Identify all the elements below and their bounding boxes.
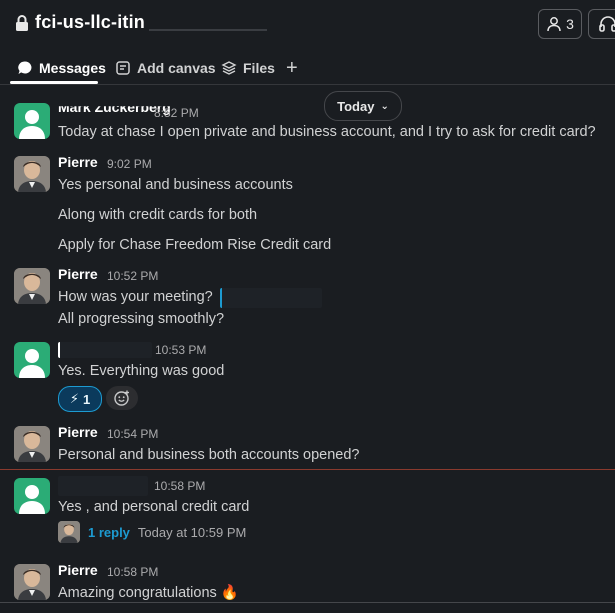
- thread-participant-avatar: [58, 521, 80, 543]
- avatar[interactable]: [14, 268, 50, 304]
- channel-header: fci-us-llc-itin 3: [0, 0, 615, 50]
- sender-name[interactable]: Pierre: [58, 266, 98, 282]
- reaction-count: 1: [82, 391, 91, 407]
- timestamp[interactable]: 9:02 PM: [107, 157, 152, 171]
- user-photo-icon: [14, 156, 50, 192]
- avatar[interactable]: [14, 342, 50, 378]
- message-text: Personal and business both accounts open…: [58, 447, 360, 463]
- active-tab-indicator: [10, 81, 98, 84]
- tab-add-canvas[interactable]: Add canvas: [115, 54, 216, 82]
- tab-files[interactable]: Files: [221, 54, 275, 82]
- message-text: Yes personal and business accounts: [58, 177, 293, 193]
- redacted-mention: [220, 288, 322, 308]
- canvas-icon: [116, 61, 130, 75]
- avatar[interactable]: [14, 156, 50, 192]
- timestamp[interactable]: 10:58 PM: [154, 479, 205, 493]
- timestamp[interactable]: 10:54 PM: [107, 427, 158, 441]
- thread-summary[interactable]: 1 reply Today at 10:59 PM: [58, 521, 246, 543]
- message-text: Yes , and personal credit card: [58, 499, 250, 515]
- avatar[interactable]: [14, 426, 50, 462]
- message-text: Apply for Chase Freedom Rise Credit card: [58, 237, 332, 253]
- message-composer[interactable]: [0, 602, 615, 613]
- thread-reply-count[interactable]: 1 reply: [88, 525, 130, 540]
- channel-tabs: Messages Add canvas Files +: [0, 54, 615, 85]
- redacted-text: [149, 14, 267, 31]
- channel-title-button[interactable]: fci-us-llc-itin: [15, 12, 267, 33]
- user-photo-icon: [14, 268, 50, 304]
- huddle-button[interactable]: [588, 9, 615, 39]
- message-text: Along with credit cards for both: [58, 207, 258, 223]
- chevron-down-icon: ⌄: [380, 100, 389, 112]
- message-list[interactable]: Mark Zuckerberg 8:52 PM Today at chase I…: [0, 86, 615, 612]
- person-icon: [547, 17, 561, 32]
- default-avatar-icon: [19, 110, 45, 139]
- reaction-pill[interactable]: ⚡ 1: [58, 386, 102, 412]
- tab-label: Add canvas: [137, 60, 216, 76]
- thread-last-reply: Today at 10:59 PM: [137, 524, 247, 540]
- lightning-icon: ⚡: [69, 391, 79, 406]
- message-text: Amazing congratulations 🔥: [58, 585, 239, 601]
- add-tab-button[interactable]: +: [286, 54, 298, 82]
- timestamp[interactable]: 10:53 PM: [155, 343, 206, 357]
- message-bubble-icon: [18, 61, 32, 74]
- default-avatar-icon: [19, 349, 45, 378]
- user-photo-icon: [14, 564, 50, 600]
- member-count: 3: [566, 16, 574, 32]
- headphones-icon: [599, 16, 615, 32]
- avatar[interactable]: [14, 478, 50, 514]
- message-text: Today at chase I open private and busine…: [58, 124, 596, 140]
- add-reaction-button[interactable]: [106, 386, 138, 410]
- lock-icon: [16, 14, 28, 31]
- emoji-add-icon: [114, 390, 129, 406]
- tab-label: Files: [243, 60, 275, 76]
- channel-name: fci-us-llc-itin: [35, 12, 145, 32]
- timestamp[interactable]: 8:52 PM: [154, 106, 199, 120]
- timestamp[interactable]: 10:58 PM: [107, 565, 158, 579]
- sender-name[interactable]: Pierre: [58, 424, 98, 440]
- redacted-sender-name: [58, 342, 152, 358]
- avatar[interactable]: [14, 564, 50, 600]
- new-messages-divider: [0, 469, 615, 470]
- sender-name[interactable]: Pierre: [58, 562, 98, 578]
- date-label: Today: [337, 98, 375, 114]
- message-text: All progressing smoothly?: [58, 311, 225, 327]
- sender-name[interactable]: Pierre: [58, 154, 98, 170]
- message-text: How was your meeting?: [58, 289, 213, 305]
- user-photo-icon: [14, 426, 50, 462]
- timestamp[interactable]: 10:52 PM: [107, 269, 158, 283]
- date-divider-button[interactable]: Today ⌄: [324, 91, 402, 121]
- default-avatar-icon: [19, 485, 45, 514]
- redacted-sender-name: [58, 476, 148, 496]
- tab-label: Messages: [39, 60, 106, 76]
- tab-messages[interactable]: Messages: [17, 54, 106, 82]
- plus-icon: +: [286, 56, 298, 79]
- message-text: Yes. Everything was good: [58, 363, 225, 379]
- layers-icon: [221, 61, 237, 75]
- avatar[interactable]: [14, 103, 50, 139]
- user-photo-icon: [58, 521, 80, 543]
- members-button[interactable]: 3: [538, 9, 582, 39]
